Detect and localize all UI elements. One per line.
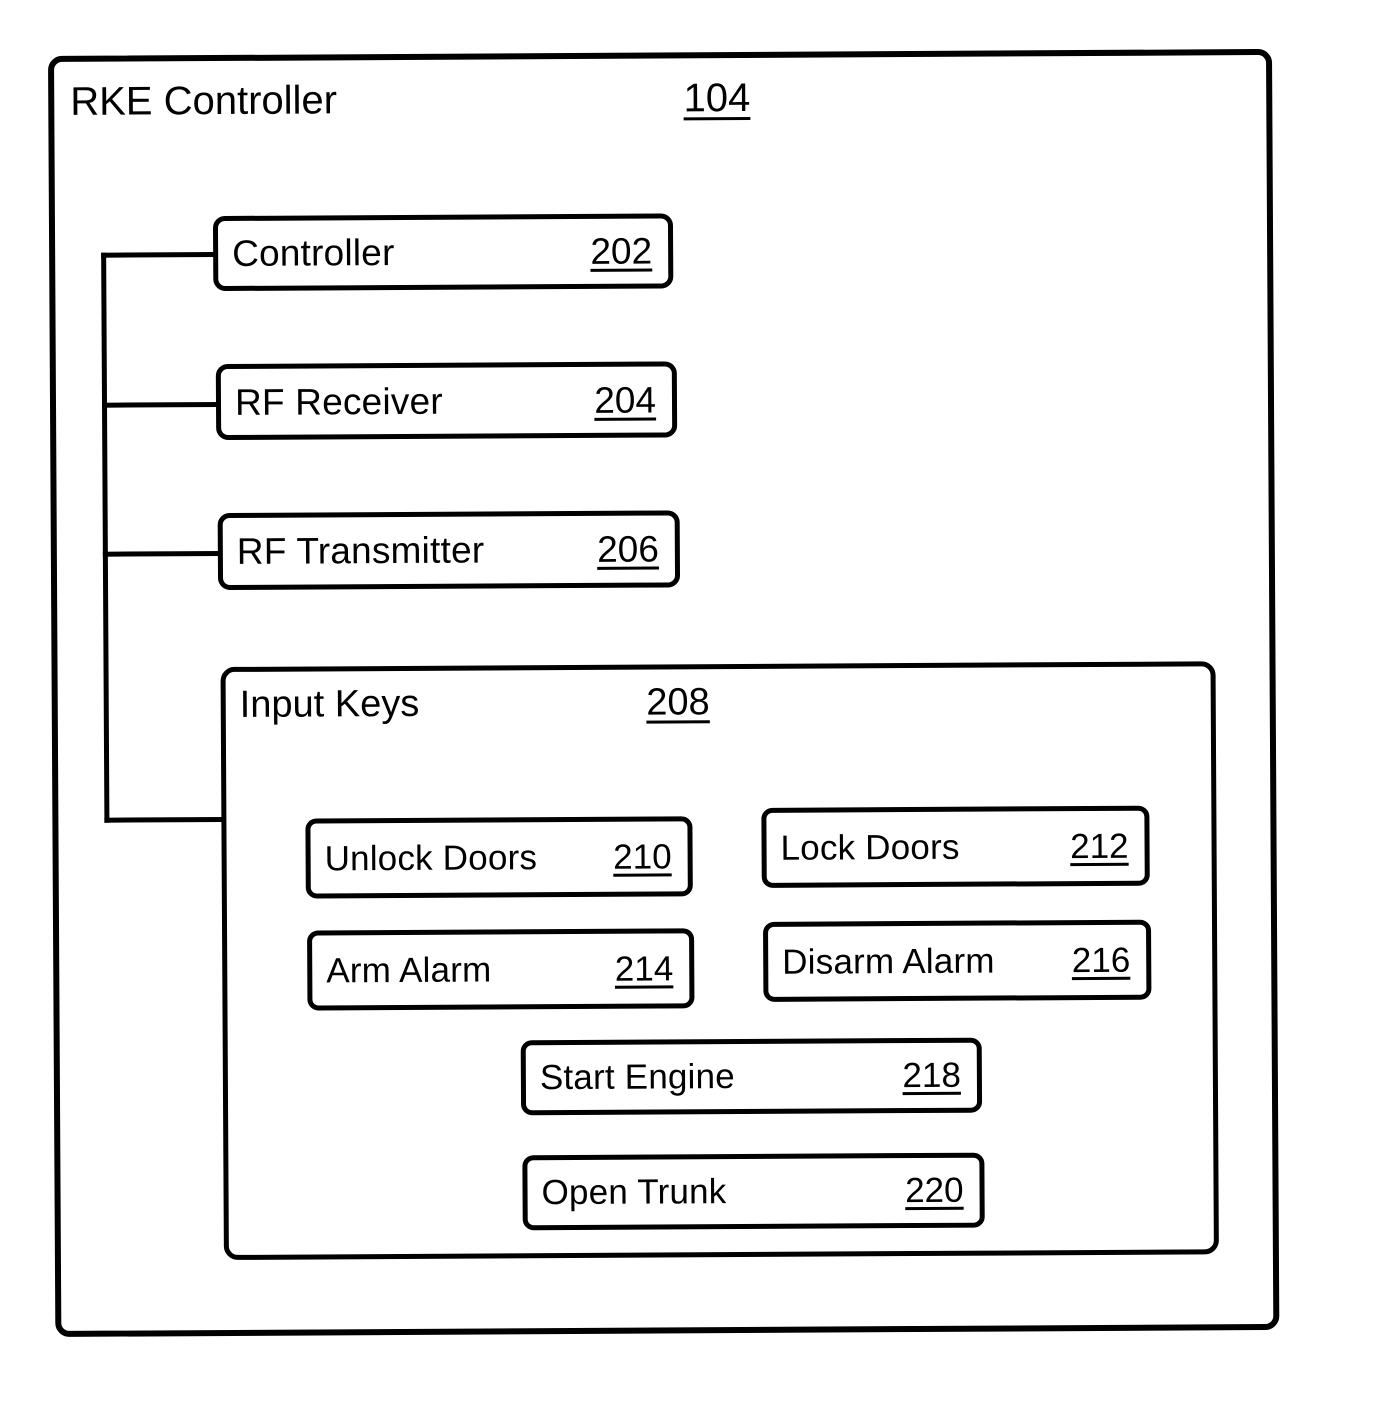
input-keys-ref-number: 208	[646, 681, 710, 724]
start-engine-ref-number: 218	[902, 1055, 961, 1096]
rke-controller-title: RKE Controller	[70, 78, 338, 124]
key-box-unlock-doors[interactable]: Unlock Doors 210	[305, 816, 693, 899]
unlock-doors-ref-number: 210	[613, 836, 672, 877]
unlock-doors-label: Unlock Doors	[324, 837, 538, 878]
arm-alarm-ref-number: 214	[614, 948, 674, 989]
disarm-alarm-ref-number: 216	[1071, 940, 1131, 980]
start-engine-label: Start Engine	[539, 1057, 736, 1098]
rke-controller-ref-number: 104	[683, 75, 751, 121]
open-trunk-ref-number: 220	[905, 1170, 964, 1211]
rf-transmitter-ref-number: 206	[596, 528, 659, 570]
disarm-alarm-label: Disarm Alarm	[782, 941, 995, 982]
lock-doors-label: Lock Doors	[780, 827, 960, 868]
component-box-rf-receiver[interactable]: RF Receiver 204	[215, 361, 678, 441]
bus-branch-to-rf-receiver	[101, 402, 221, 408]
rf-transmitter-label: RF Transmitter	[236, 529, 485, 572]
controller-label: Controller	[232, 232, 395, 274]
rf-receiver-ref-number: 204	[594, 379, 657, 421]
key-box-open-trunk[interactable]: Open Trunk 220	[522, 1152, 985, 1231]
rke-controller-title-row: RKE Controller 104	[70, 75, 751, 124]
key-box-arm-alarm[interactable]: Arm Alarm 214	[307, 928, 695, 1011]
bus-branch-to-controller	[101, 252, 218, 258]
bus-branch-to-rf-transmitter	[102, 551, 222, 557]
lock-doors-ref-number: 212	[1070, 826, 1129, 866]
bus-vertical-spine	[101, 252, 110, 823]
input-keys-container: Input Keys 208 Unlock Doors 210 Lock Doo…	[220, 661, 1219, 1261]
rke-controller-outer-box: RKE Controller 104 Controller 202 RF Rec…	[48, 48, 1280, 1337]
rke-controller-block-diagram: RKE Controller 104 Controller 202 RF Rec…	[0, 0, 1391, 1423]
key-box-lock-doors[interactable]: Lock Doors 212	[761, 805, 1150, 888]
open-trunk-label: Open Trunk	[541, 1172, 727, 1213]
arm-alarm-label: Arm Alarm	[326, 949, 492, 990]
bus-branch-to-input-keys	[104, 816, 225, 823]
key-box-start-engine[interactable]: Start Engine 218	[520, 1037, 983, 1116]
component-box-controller[interactable]: Controller 202	[212, 213, 674, 292]
component-box-rf-transmitter[interactable]: RF Transmitter 206	[217, 510, 681, 591]
input-keys-title: Input Keys	[239, 682, 420, 726]
controller-ref-number: 202	[590, 230, 653, 272]
rf-receiver-label: RF Receiver	[234, 380, 443, 423]
input-keys-title-row: Input Keys 208	[239, 681, 710, 726]
key-box-disarm-alarm[interactable]: Disarm Alarm 216	[762, 919, 1152, 1002]
